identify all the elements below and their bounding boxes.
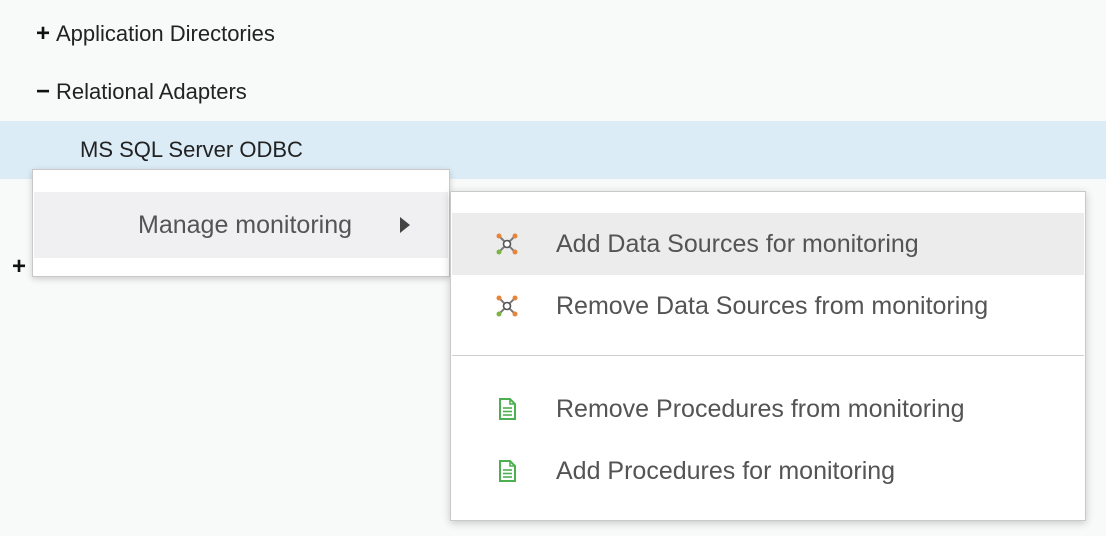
procedure-document-icon <box>499 398 516 420</box>
menu-item-label: Add Data Sources for monitoring <box>556 229 919 258</box>
menu-item-remove-data-sources[interactable]: Remove Data Sources from monitoring <box>452 275 1084 337</box>
tree-item-application-directories[interactable]: + Application Directories <box>0 5 1106 63</box>
menu-item-label: Add Procedures for monitoring <box>556 456 896 485</box>
tree-panel: + Application Directories − Relational A… <box>0 0 1106 536</box>
collapse-icon[interactable]: − <box>32 78 54 106</box>
data-source-icon <box>496 233 518 255</box>
menu-item-remove-procedures[interactable]: Remove Procedures from monitoring <box>452 378 1084 440</box>
tree-item-label: Relational Adapters <box>56 79 247 104</box>
procedure-document-icon <box>499 460 516 482</box>
tree-item-label: MS SQL Server ODBC <box>80 137 303 162</box>
menu-item-label: Remove Data Sources from monitoring <box>556 291 989 320</box>
expand-icon[interactable]: + <box>32 20 54 48</box>
monitoring-submenu: Add Data Sources for monitoring Remove D… <box>450 191 1086 521</box>
tree-item-relational-adapters[interactable]: − Relational Adapters <box>0 63 1106 121</box>
menu-item-add-data-sources[interactable]: Add Data Sources for monitoring <box>452 213 1084 275</box>
context-menu: Manage monitoring <box>32 169 450 277</box>
tree-item-label: Application Directories <box>56 21 275 46</box>
expand-icon[interactable]: + <box>8 253 30 281</box>
menu-item-label: Manage monitoring <box>138 210 353 239</box>
menu-item-label: Remove Procedures from monitoring <box>556 394 965 423</box>
submenu-arrow-icon <box>400 217 410 233</box>
data-source-icon <box>496 295 518 317</box>
menu-item-manage-monitoring[interactable]: Manage monitoring <box>34 192 448 258</box>
menu-item-add-procedures[interactable]: Add Procedures for monitoring <box>452 440 1084 502</box>
menu-separator <box>452 355 1084 356</box>
